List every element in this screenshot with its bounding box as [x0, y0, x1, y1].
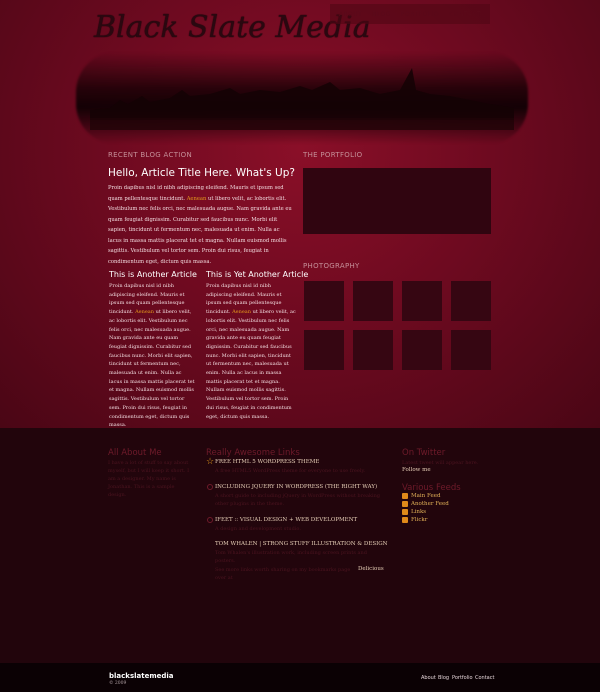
rss-icon: [402, 517, 408, 523]
follow-me-link[interactable]: Follow me: [402, 467, 431, 473]
rss-icon: [402, 509, 408, 515]
feed-main[interactable]: Main Feed: [411, 493, 441, 499]
feed-links[interactable]: Links: [411, 509, 426, 515]
about-title: All About Me: [108, 448, 162, 458]
city-skyline-image: [90, 68, 514, 130]
link-item-desc: A design and development studio.: [215, 526, 301, 532]
footer-copyright: © 2009: [109, 681, 127, 686]
rss-icon: [402, 501, 408, 507]
main-article-text-end: ut libero velit, ac lobortis elit. Vesti…: [108, 195, 292, 265]
footer-nav-contact[interactable]: Contact: [475, 675, 494, 681]
photo-thumbnail[interactable]: [402, 330, 442, 370]
article-2-link[interactable]: Aenean: [135, 309, 154, 315]
article-3-link[interactable]: Aenean: [232, 309, 251, 315]
delicious-link[interactable]: Delicious: [358, 566, 384, 572]
links-title: Really Awesome Links: [206, 448, 300, 458]
footer-nav-portfolio[interactable]: Portfolio: [452, 675, 473, 681]
photo-thumbnail[interactable]: [304, 330, 344, 370]
article-2-title[interactable]: This is Another Article: [109, 270, 197, 279]
bullet-icon: [207, 484, 213, 490]
photo-thumbnail[interactable]: [353, 281, 393, 321]
photo-thumbnail[interactable]: [451, 330, 491, 370]
main-nav: ABOUT BLOG PORTFOLIO CONTACT: [330, 4, 490, 24]
link-item-desc: A free HTML5 WordPress theme for everyon…: [215, 468, 366, 474]
nav-blog[interactable]: BLOG: [372, 11, 391, 18]
article-3-title[interactable]: This is Yet Another Article: [206, 270, 308, 279]
footer-nav-blog[interactable]: Blog: [438, 675, 449, 681]
nav-about[interactable]: ABOUT: [339, 11, 362, 18]
article-3-text-end: ut libero velit, ac lobortis elit. Vesti…: [206, 309, 296, 420]
article-2-text-end: ut libero velit, ac lobortis elit. Vesti…: [109, 309, 195, 429]
photo-thumbnail[interactable]: [304, 281, 344, 321]
article-3-body: Proin dapibus nisl id nibh adipiscing el…: [206, 282, 296, 421]
link-item-desc: A short guide to including jQuery in Wor…: [215, 493, 381, 507]
twitter-title: On Twitter: [402, 448, 446, 458]
main-article-body: Proin dapibus nisl id nibh adipiscing el…: [108, 183, 292, 267]
main-article-link[interactable]: Aenean: [187, 196, 207, 202]
link-item-title[interactable]: IFEET :: VISUAL DESIGN + WEB DEVELOPMENT: [215, 517, 357, 523]
article-2-body: Proin dapibus nisl id nibh adipiscing el…: [109, 282, 195, 430]
links-more-text: See more links worth sharing on my bookm…: [215, 567, 351, 581]
feeds-title: Various Feeds: [402, 483, 461, 493]
link-item-title[interactable]: INCLUDING JQUERY IN WORDPRESS (THE RIGHT…: [215, 484, 377, 490]
photo-thumbnail[interactable]: [402, 281, 442, 321]
portfolio-showcase[interactable]: [303, 168, 491, 234]
feed-flickr[interactable]: Flickr: [411, 517, 427, 523]
nav-contact[interactable]: CONTACT: [449, 11, 481, 18]
portfolio-section-title: THE PORTFOLIO: [303, 151, 363, 159]
bullet-icon: [207, 517, 213, 523]
tweet-text: Latest tweet will appear here.: [402, 460, 479, 466]
footer-nav-about[interactable]: About: [421, 675, 436, 681]
photo-thumbnail[interactable]: [353, 330, 393, 370]
photo-thumbnail[interactable]: [451, 281, 491, 321]
star-icon: ☆: [206, 457, 215, 467]
nav-portfolio[interactable]: PORTFOLIO: [401, 11, 439, 18]
rss-icon: [402, 493, 408, 499]
main-article-title[interactable]: Hello, Article Title Here. What's Up?: [108, 167, 295, 179]
link-item-title[interactable]: FREE HTML 5 WORDPRESS THEME: [215, 459, 319, 465]
footer-brand[interactable]: blackslatemedia: [109, 672, 174, 680]
blog-section-title: RECENT BLOG ACTION: [108, 151, 192, 159]
feed-another[interactable]: Another Feed: [411, 501, 449, 507]
photography-section-title: PHOTOGRAPHY: [303, 262, 360, 270]
footer: [0, 663, 600, 692]
link-item-desc: Tom Whalen's illustration work, includin…: [215, 550, 367, 564]
link-item-title[interactable]: TOM WHALEN | STRONG STUFF ILLUSTRATION &…: [215, 541, 388, 547]
about-text: I have a lot of stuff to say about mysel…: [108, 460, 190, 498]
